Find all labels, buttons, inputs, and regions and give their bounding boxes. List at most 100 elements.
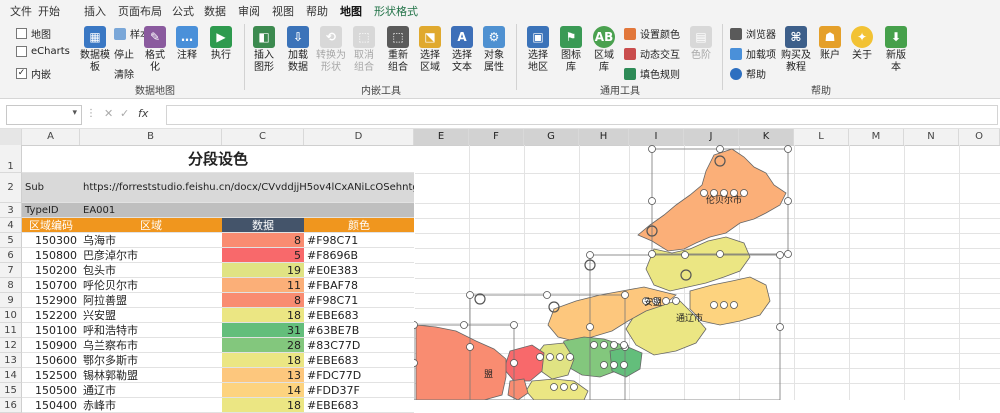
- checkbox-embedded[interactable]: ✓ 内嵌: [16, 66, 51, 81]
- select-region-button[interactable]: ▣ 选择地区: [524, 26, 552, 74]
- cell-region-name[interactable]: 锡林郭勒盟: [80, 368, 222, 383]
- name-box[interactable]: ▾: [6, 105, 82, 125]
- cell-color-hex[interactable]: #FDD37F: [304, 383, 414, 398]
- map-region-bayannur[interactable]: [503, 344, 545, 382]
- header-data[interactable]: 数据: [222, 218, 304, 233]
- map-region-wuhai[interactable]: [507, 378, 529, 400]
- sub-url[interactable]: https://forreststudio.feishu.cn/docx/CVv…: [80, 173, 414, 203]
- cancel-icon[interactable]: ✕: [104, 107, 113, 120]
- cell-color-hex[interactable]: #FDC77D: [304, 368, 414, 383]
- cell-data-value[interactable]: 18: [222, 353, 304, 368]
- col-header-k[interactable]: K: [739, 129, 794, 145]
- insert-shape-button[interactable]: ◧ 插入图形: [250, 26, 278, 74]
- row-header[interactable]: 12: [0, 338, 22, 353]
- load-data-button[interactable]: ⇩ 加载数据: [284, 26, 312, 74]
- cell-region-code[interactable]: 150600: [22, 353, 80, 368]
- cell-region-code[interactable]: 150900: [22, 338, 80, 353]
- cell-color-hex[interactable]: #83C77D: [304, 338, 414, 353]
- tab-file[interactable]: 文件: [10, 3, 32, 19]
- cell-region-code[interactable]: 150300: [22, 233, 80, 248]
- col-header-m[interactable]: M: [849, 129, 904, 145]
- annotate-button[interactable]: … 注释: [174, 26, 200, 62]
- col-header-n[interactable]: N: [904, 129, 959, 145]
- cell-region-name[interactable]: 包头市: [80, 263, 222, 278]
- confirm-icon[interactable]: ✓: [120, 107, 129, 120]
- cell-region-code[interactable]: 150400: [22, 398, 80, 413]
- cell-region-name[interactable]: 通辽市: [80, 383, 222, 398]
- about-button[interactable]: ✦ 关于: [850, 26, 874, 62]
- cell-color-hex[interactable]: #F98C71: [304, 233, 414, 248]
- cell-region-code[interactable]: 150200: [22, 263, 80, 278]
- row-header[interactable]: 7: [0, 263, 22, 278]
- row-header[interactable]: 11: [0, 323, 22, 338]
- header-code[interactable]: 区域编码: [22, 218, 80, 233]
- cell-color-hex[interactable]: #FBAF78: [304, 278, 414, 293]
- col-header-a[interactable]: A: [22, 129, 80, 145]
- map-region-ordos[interactable]: [525, 378, 589, 400]
- checkbox-echarts[interactable]: eCharts: [16, 46, 70, 57]
- help-small-button[interactable]: 帮助: [730, 66, 766, 81]
- run-button[interactable]: ▶ 执行: [208, 26, 234, 62]
- cell-color-hex[interactable]: #63BE7B: [304, 323, 414, 338]
- cell-region-code[interactable]: 152900: [22, 293, 80, 308]
- icon-library-button[interactable]: ⚑ 图标库: [558, 26, 584, 74]
- row-header[interactable]: 3: [0, 203, 22, 218]
- cell-region-code[interactable]: 150100: [22, 323, 80, 338]
- cell-data-value[interactable]: 13: [222, 368, 304, 383]
- row-header[interactable]: 6: [0, 248, 22, 263]
- col-header-f[interactable]: F: [469, 129, 524, 145]
- row-header[interactable]: 4: [0, 218, 22, 233]
- tab-view[interactable]: 视图: [272, 3, 294, 19]
- browser-button[interactable]: 浏览器: [730, 26, 776, 41]
- convert-shape-button[interactable]: ⟲ 转换为形状: [316, 26, 346, 74]
- tab-insert[interactable]: 插入: [84, 3, 106, 19]
- set-color-button[interactable]: 设置颜色: [624, 26, 680, 41]
- tab-page-layout[interactable]: 页面布局: [118, 3, 162, 19]
- select-text-button[interactable]: A 选择文本: [448, 26, 476, 74]
- cell-data-value[interactable]: 14: [222, 383, 304, 398]
- cell-color-hex[interactable]: #E0E383: [304, 263, 414, 278]
- clear-button[interactable]: 清除: [114, 66, 134, 81]
- area-library-button[interactable]: AB 区域库: [590, 26, 618, 74]
- tab-data[interactable]: 数据: [204, 3, 226, 19]
- map-region-alxa[interactable]: [415, 324, 507, 400]
- header-color[interactable]: 颜色: [304, 218, 414, 233]
- col-header-b[interactable]: B: [80, 129, 222, 145]
- new-version-button[interactable]: ⬇ 新版本: [882, 26, 910, 74]
- row-header[interactable]: 2: [0, 173, 22, 203]
- cell-color-hex[interactable]: #EBE683: [304, 308, 414, 323]
- row-header[interactable]: 10: [0, 308, 22, 323]
- cell-region-code[interactable]: 150800: [22, 248, 80, 263]
- select-area-button[interactable]: ⬔ 选择区域: [416, 26, 444, 74]
- cell-data-value[interactable]: 18: [222, 398, 304, 413]
- formula-input[interactable]: [166, 105, 998, 125]
- tab-review[interactable]: 审阅: [238, 3, 260, 19]
- cell-region-code[interactable]: 150500: [22, 383, 80, 398]
- regroup-button[interactable]: ⬚ 重新组合: [384, 26, 412, 74]
- typeid-value[interactable]: EA001: [80, 203, 414, 218]
- row-header[interactable]: 13: [0, 353, 22, 368]
- sheet-title[interactable]: 分段设色: [22, 145, 414, 173]
- cell-data-value[interactable]: 8: [222, 233, 304, 248]
- cell-region-code[interactable]: 152200: [22, 308, 80, 323]
- cell-data-value[interactable]: 11: [222, 278, 304, 293]
- col-header-c[interactable]: C: [222, 129, 304, 145]
- checkbox-map[interactable]: 地图: [16, 26, 51, 41]
- cell-region-name[interactable]: 巴彦淖尔市: [80, 248, 222, 263]
- col-header-d[interactable]: D: [304, 129, 414, 145]
- cell-region-name[interactable]: 赤峰市: [80, 398, 222, 413]
- row-header[interactable]: 8: [0, 278, 22, 293]
- typeid-label[interactable]: TypeID: [22, 203, 80, 218]
- cell-region-code[interactable]: 150700: [22, 278, 80, 293]
- col-header-l[interactable]: L: [794, 129, 849, 145]
- col-header-e[interactable]: E: [414, 129, 469, 145]
- cell-color-hex[interactable]: #F98C71: [304, 293, 414, 308]
- buy-tutorial-button[interactable]: ⌘ 购买及教程: [780, 26, 812, 74]
- cell-region-name[interactable]: 鄂尔多斯市: [80, 353, 222, 368]
- cell-color-hex[interactable]: #EBE683: [304, 353, 414, 368]
- row-header[interactable]: 9: [0, 293, 22, 308]
- col-header-j[interactable]: J: [684, 129, 739, 145]
- tab-shape-format[interactable]: 形状格式: [374, 3, 418, 19]
- cell-data-value[interactable]: 28: [222, 338, 304, 353]
- row-header[interactable]: 1: [0, 145, 22, 173]
